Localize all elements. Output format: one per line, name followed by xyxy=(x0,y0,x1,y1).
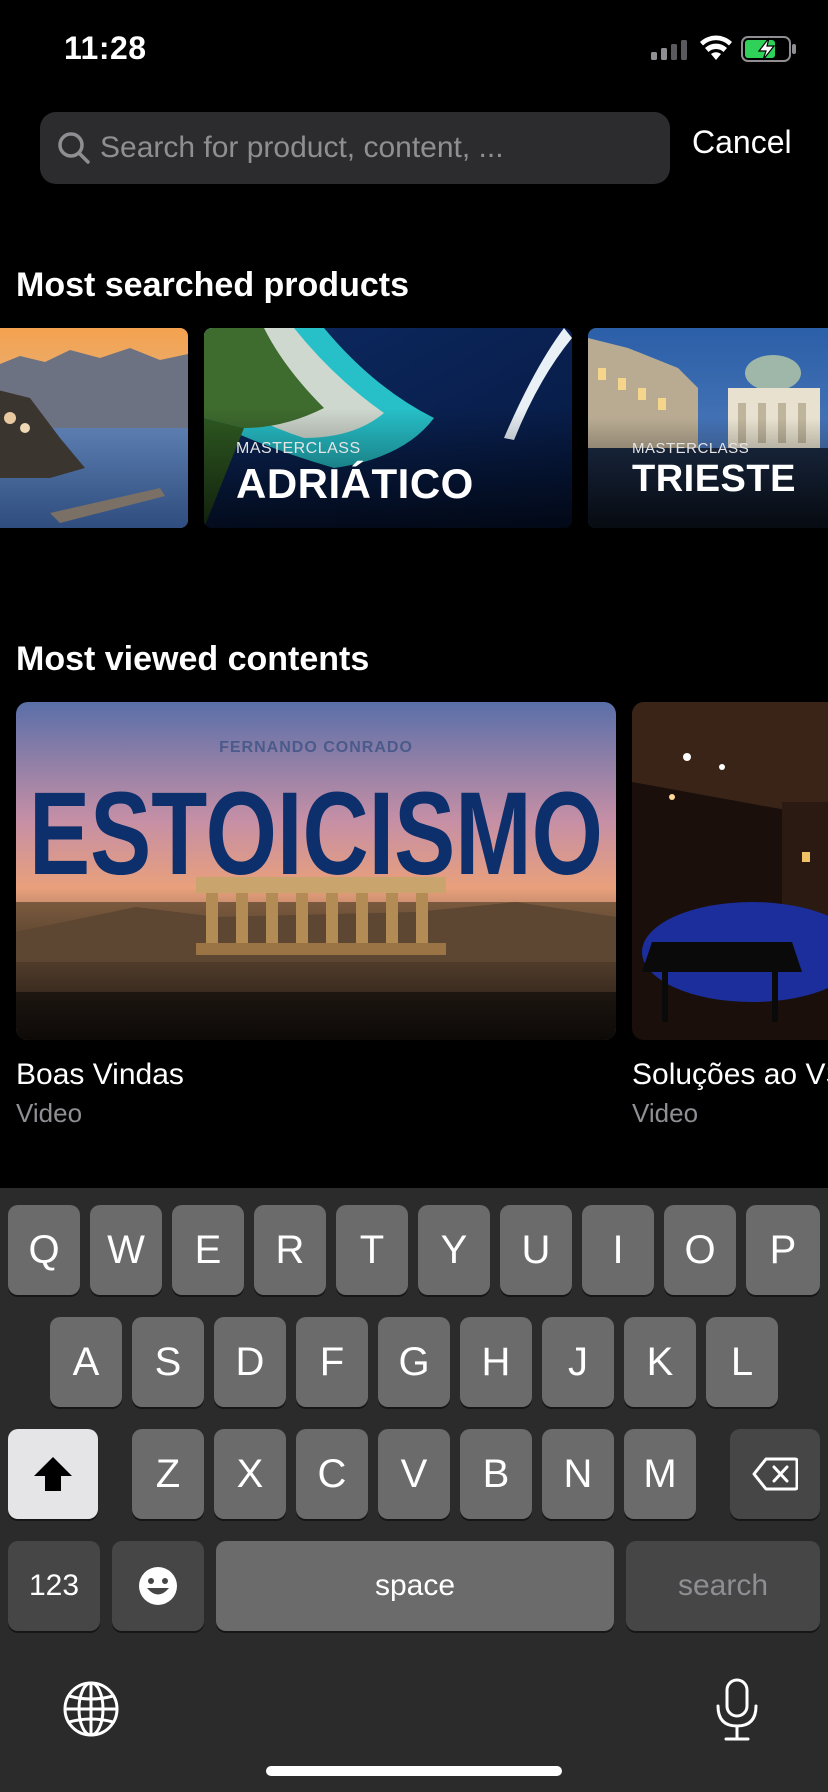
key-a[interactable]: A xyxy=(50,1317,122,1407)
key-o[interactable]: O xyxy=(664,1205,736,1295)
product-thumbnail xyxy=(0,328,188,528)
backspace-icon xyxy=(752,1457,798,1491)
shift-key[interactable] xyxy=(8,1429,98,1519)
key-i[interactable]: I xyxy=(582,1205,654,1295)
key-v[interactable]: V xyxy=(378,1429,450,1519)
content-type: Video xyxy=(632,1098,699,1128)
key-n[interactable]: N xyxy=(542,1429,614,1519)
search-key[interactable]: search xyxy=(626,1541,820,1631)
emoji-key[interactable] xyxy=(112,1541,204,1631)
key-w[interactable]: W xyxy=(90,1205,162,1295)
key-d[interactable]: D xyxy=(214,1317,286,1407)
home-indicator xyxy=(266,1766,562,1776)
wifi-icon xyxy=(700,35,732,60)
content-thumbnail: FERNANDO CONRADO ESTOICISMO xyxy=(16,702,616,1040)
product-card-amalfi[interactable] xyxy=(0,328,188,528)
search-field[interactable] xyxy=(40,112,670,184)
globe-icon[interactable] xyxy=(62,1680,120,1738)
contents-section-title: Most viewed contents xyxy=(16,640,370,678)
key-m[interactable]: M xyxy=(624,1429,696,1519)
key-r[interactable]: R xyxy=(254,1205,326,1295)
key-s[interactable]: S xyxy=(132,1317,204,1407)
product-card-trieste[interactable]: MASTERCLASS TRIESTE xyxy=(588,328,828,528)
numbers-key[interactable]: 123 xyxy=(8,1541,100,1631)
delete-key[interactable] xyxy=(730,1429,820,1519)
key-k[interactable]: K xyxy=(624,1317,696,1407)
content-type: Video xyxy=(16,1098,83,1128)
search-input[interactable] xyxy=(100,112,660,184)
content-card-solucoes[interactable] xyxy=(632,702,828,1040)
key-h[interactable]: H xyxy=(460,1317,532,1407)
cellular-signal-icon xyxy=(651,40,687,60)
thumbnail-author-text: FERNANDO CONRADO xyxy=(219,739,413,756)
key-p[interactable]: P xyxy=(746,1205,820,1295)
space-key[interactable]: space xyxy=(216,1541,614,1631)
key-u[interactable]: U xyxy=(500,1205,572,1295)
key-c[interactable]: C xyxy=(296,1429,368,1519)
key-z[interactable]: Z xyxy=(132,1429,204,1519)
smiley-icon xyxy=(139,1567,177,1605)
product-name: ADRIÁTICO xyxy=(236,460,474,507)
products-section-title: Most searched products xyxy=(16,266,409,304)
key-g[interactable]: G xyxy=(378,1317,450,1407)
search-icon xyxy=(58,132,90,164)
key-t[interactable]: T xyxy=(336,1205,408,1295)
battery-charging-icon xyxy=(741,36,796,62)
key-j[interactable]: J xyxy=(542,1317,614,1407)
thumbnail-title-text: ESTOICISMO xyxy=(29,768,603,900)
cancel-button[interactable]: Cancel xyxy=(692,124,792,161)
status-bar: 11:28 xyxy=(0,0,828,100)
content-thumbnail xyxy=(632,702,828,1040)
product-card-adriatico[interactable]: MASTERCLASS ADRIÁTICO xyxy=(204,328,572,528)
key-l[interactable]: L xyxy=(706,1317,778,1407)
key-q[interactable]: Q xyxy=(8,1205,80,1295)
content-card-boas-vindas[interactable]: FERNANDO CONRADO ESTOICISMO xyxy=(16,702,616,1040)
key-y[interactable]: Y xyxy=(418,1205,490,1295)
product-kicker: MASTERCLASS xyxy=(632,440,750,457)
key-b[interactable]: B xyxy=(460,1429,532,1519)
shift-arrow-icon xyxy=(34,1457,72,1491)
key-e[interactable]: E xyxy=(172,1205,244,1295)
product-name: TRIESTE xyxy=(632,458,796,500)
status-time: 11:28 xyxy=(64,30,147,66)
microphone-icon[interactable] xyxy=(712,1678,762,1742)
key-f[interactable]: F xyxy=(296,1317,368,1407)
content-title[interactable]: Boas Vindas xyxy=(16,1058,184,1092)
product-kicker: MASTERCLASS xyxy=(236,440,361,457)
content-title[interactable]: Soluções ao VS xyxy=(632,1058,828,1092)
key-x[interactable]: X xyxy=(214,1429,286,1519)
